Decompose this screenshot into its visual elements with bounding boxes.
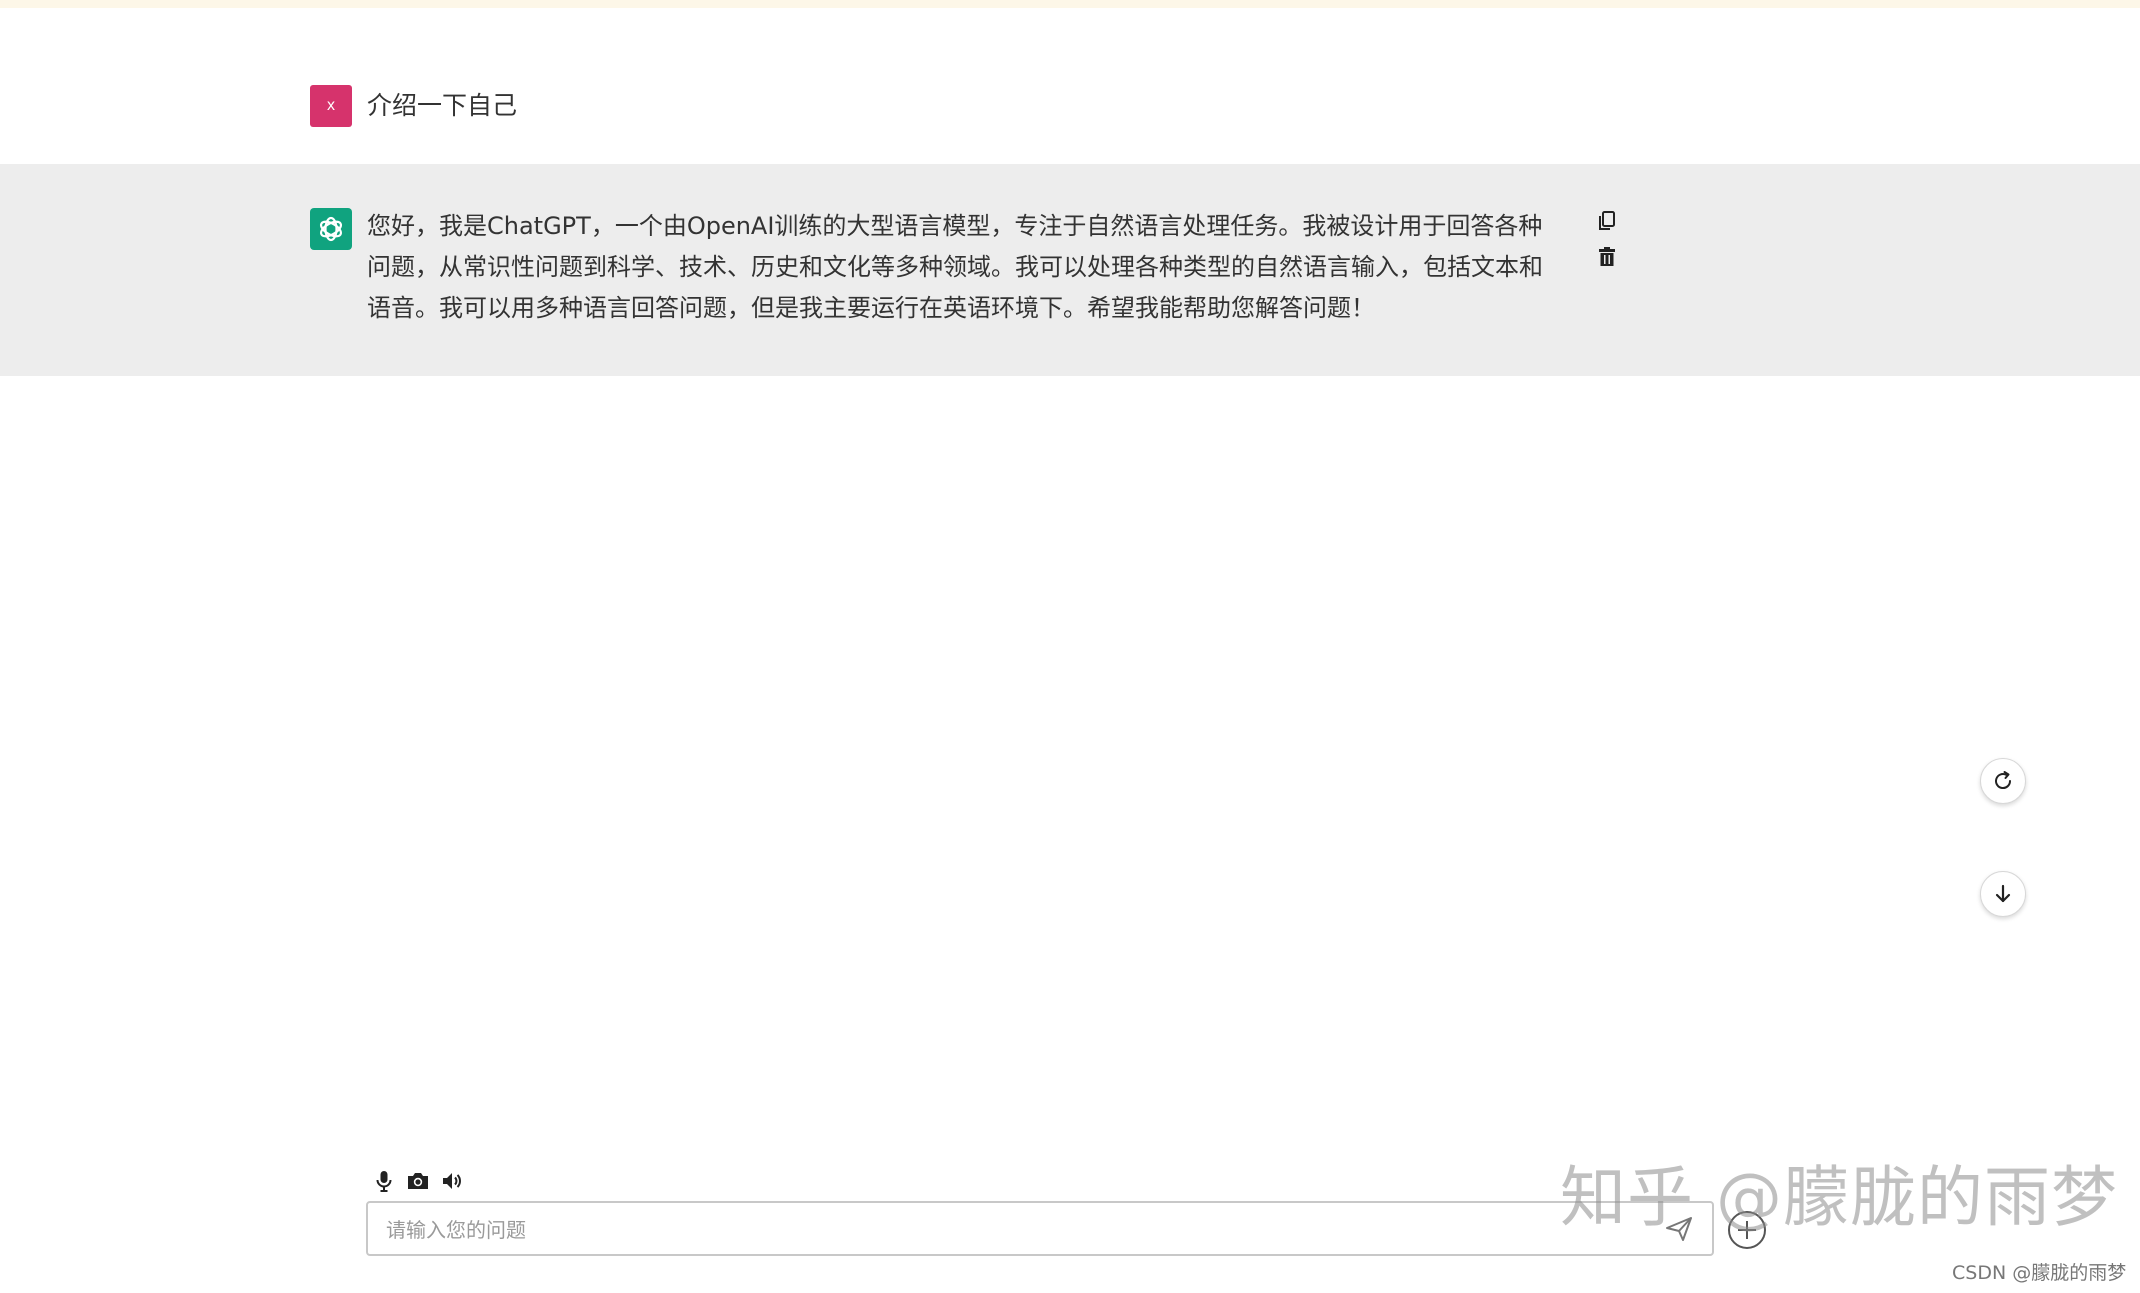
chatgpt-logo-icon	[310, 208, 352, 250]
speaker-icon[interactable]	[440, 1169, 464, 1193]
chat-input-box	[366, 1201, 1714, 1256]
refresh-icon	[1995, 771, 2012, 790]
regenerate-button[interactable]	[1980, 758, 2026, 804]
zhihu-watermark: 知乎 @朦胧的雨梦	[1560, 1159, 2118, 1236]
arrow-down-icon	[1995, 884, 2011, 903]
copy-icon[interactable]	[1596, 210, 1618, 232]
message-actions	[1596, 210, 1620, 282]
csdn-watermark: CSDN @朦胧的雨梦	[1952, 1262, 2127, 1284]
assistant-message-row: 您好，我是ChatGPT，一个由OpenAI训练的大型语言模型，专注于自然语言处…	[0, 164, 2140, 376]
user-message-text: 介绍一下自己	[367, 91, 518, 120]
delete-icon[interactable]	[1596, 246, 1618, 268]
top-banner-strip	[0, 0, 2140, 8]
scroll-to-bottom-button[interactable]	[1980, 871, 2026, 917]
microphone-icon[interactable]	[372, 1169, 396, 1193]
assistant-message-text: 您好，我是ChatGPT，一个由OpenAI训练的大型语言模型，专注于自然语言处…	[367, 212, 1543, 322]
user-avatar: x	[310, 85, 352, 127]
user-message-row: x 介绍一下自己	[0, 8, 2140, 164]
camera-icon[interactable]	[406, 1169, 430, 1193]
question-input[interactable]	[384, 1203, 1628, 1256]
